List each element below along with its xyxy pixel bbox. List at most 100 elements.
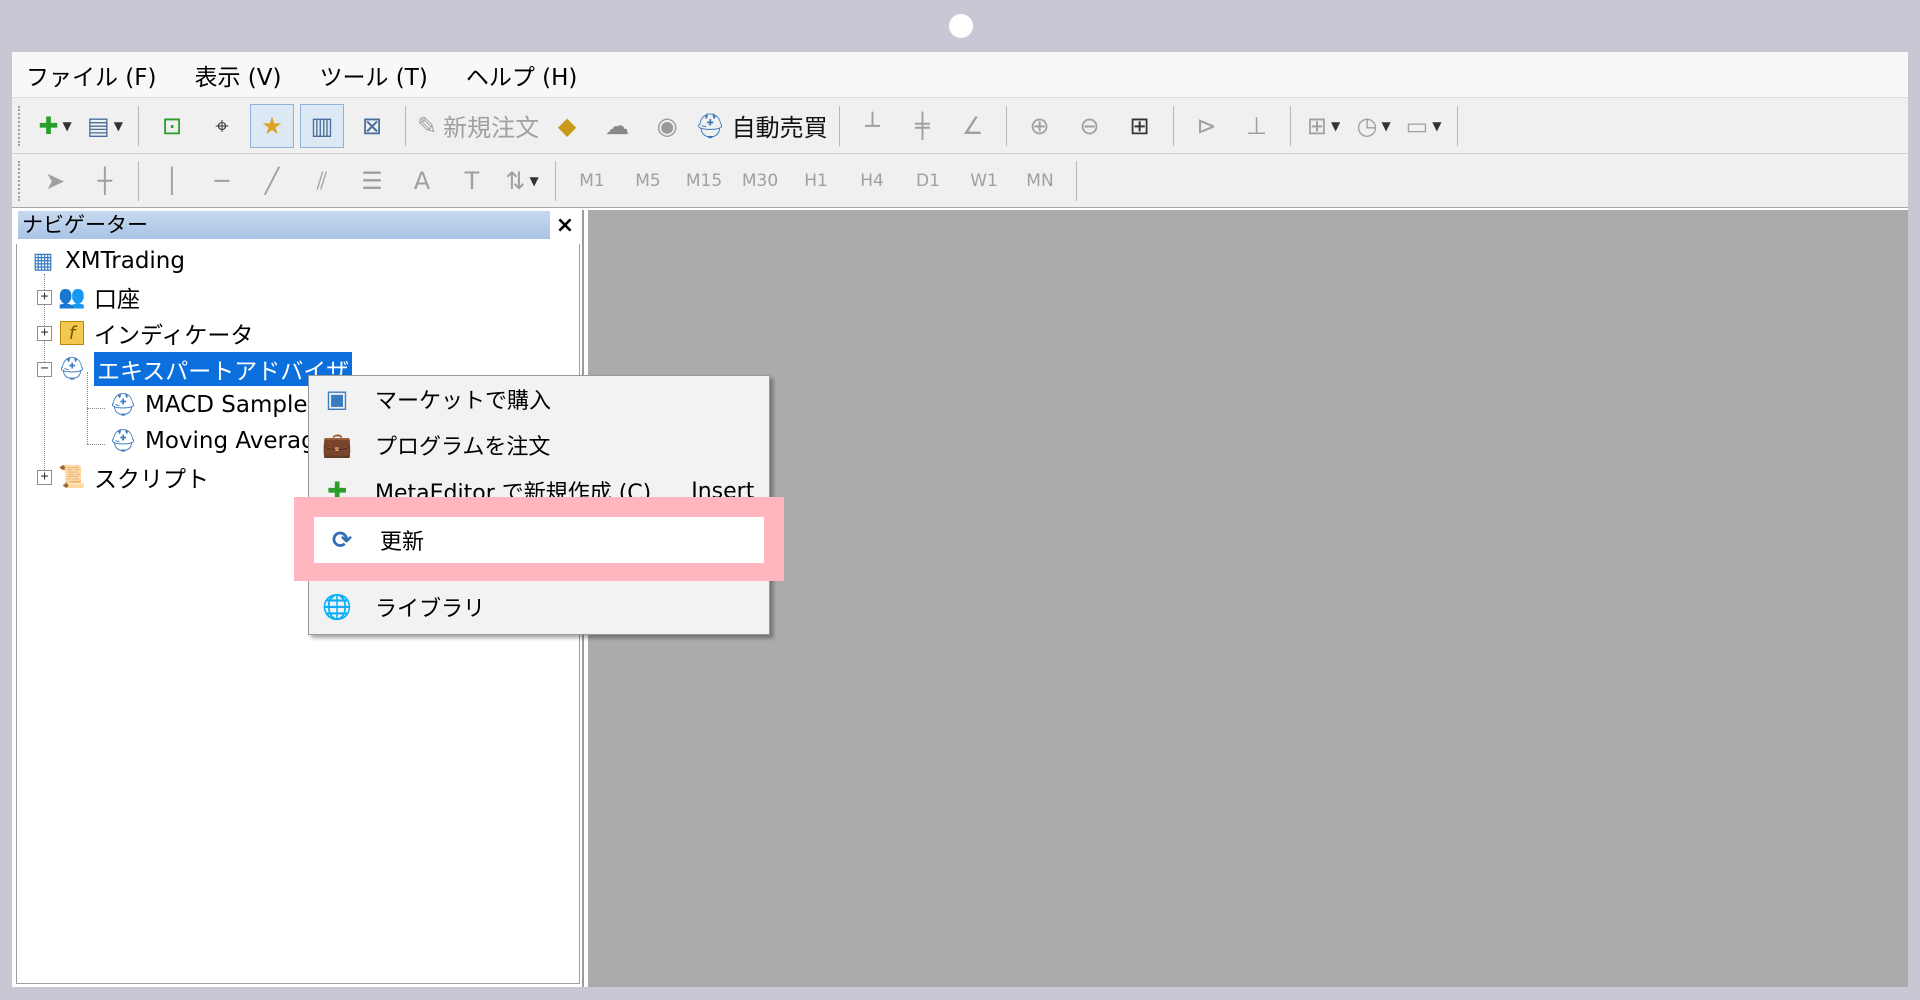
menu-tools[interactable]: ツール (T)	[320, 58, 428, 92]
bar-chart-icon: ┴	[865, 111, 880, 140]
menu-view[interactable]: 表示 (V)	[195, 58, 282, 92]
tree-item-indicators[interactable]: + f インディケータ	[37, 316, 253, 350]
chart-area[interactable]	[588, 210, 1908, 987]
tree-item-scripts[interactable]: + 📜 スクリプト	[37, 460, 209, 494]
signals-icon: ☁	[605, 111, 630, 140]
navigator-button[interactable]: ★	[250, 103, 294, 148]
collapse-minus-icon[interactable]: −	[37, 361, 52, 377]
tree-item-accounts[interactable]: + 👥 口座	[37, 280, 140, 314]
camera-dot	[949, 14, 973, 38]
chevron-down-icon: ▼	[1432, 118, 1442, 133]
timeframe-m15[interactable]: M15	[676, 171, 732, 191]
tree-item-label: インディケータ	[94, 323, 254, 349]
tree-item-moving-average[interactable]: ⛑ Moving Average	[107, 424, 330, 458]
timeframe-h1[interactable]: H1	[788, 171, 844, 191]
data-window-button[interactable]: ⌖	[200, 104, 244, 148]
briefcase-icon: 💼	[322, 431, 352, 459]
tile-windows-button[interactable]: ⊞	[1118, 104, 1162, 148]
line-chart-button[interactable]: ∠	[951, 104, 995, 148]
timeframe-m1[interactable]: M1	[564, 171, 620, 191]
channel-icon: ⫽	[316, 166, 328, 195]
text-button[interactable]: A	[400, 159, 444, 203]
chart-shift-button[interactable]: ⊳	[1185, 104, 1229, 148]
strategy-tester-button[interactable]: ⊠	[350, 104, 394, 148]
expand-plus-icon[interactable]: +	[37, 325, 52, 341]
text-label-icon: T	[464, 166, 480, 195]
expert-hat-icon: ⛑	[109, 392, 137, 418]
candlestick-button[interactable]: ╪	[901, 104, 945, 148]
zoom-in-button[interactable]: ⊕	[1018, 104, 1062, 148]
tree-connector	[87, 408, 105, 409]
market-watch-icon: ⊡	[161, 111, 183, 140]
timeframe-w1[interactable]: W1	[956, 171, 1012, 191]
templates-button[interactable]: ▭ ▼	[1402, 104, 1446, 148]
refresh-icon: ⟳	[331, 526, 353, 554]
signals-button[interactable]: ☁	[595, 104, 639, 148]
broadcast-icon: ◉	[656, 111, 678, 140]
menu-item-buy-market[interactable]: ▣ マーケットで購入	[309, 376, 769, 422]
arrows-icon: ⇅	[505, 166, 526, 195]
expand-plus-icon[interactable]: +	[37, 469, 52, 485]
menu-item-order-program[interactable]: 💼 プログラムを注文	[309, 422, 769, 468]
timeframe-d1[interactable]: D1	[900, 171, 956, 191]
crosshair-button[interactable]: ┼	[83, 159, 127, 203]
tree-item-expert-advisors[interactable]: − ⛑ エキスパートアドバイザ	[37, 352, 353, 386]
market-watch-button[interactable]: ⊡	[150, 104, 194, 148]
broadcast-button[interactable]: ◉	[645, 104, 689, 148]
vertical-line-button[interactable]: │	[150, 159, 194, 203]
fibonacci-icon: ☰	[361, 166, 383, 195]
fibonacci-button[interactable]: ☰	[350, 159, 394, 203]
tree-item-macd-sample[interactable]: ⛑ MACD Sample	[107, 388, 308, 422]
accounts-people-icon: 👥	[58, 284, 86, 310]
menu-item-library[interactable]: 🌐 ライブラリ	[309, 584, 769, 630]
periods-button[interactable]: ◷ ▼	[1352, 104, 1396, 148]
equidistant-channel-button[interactable]: ⫽	[300, 159, 344, 203]
menu-file[interactable]: ファイル (F)	[26, 58, 157, 92]
toolbar-separator	[838, 105, 840, 146]
app-window: ファイル (F) 表示 (V) ツール (T) ヘルプ (H) ✚ ▼ ▤ ▼ ⊡ …	[12, 52, 1908, 987]
toolbar-separator	[1005, 105, 1007, 146]
arrows-button[interactable]: ⇅ ▼	[500, 159, 544, 203]
autoscroll-icon: ⊥	[1246, 111, 1268, 140]
expand-plus-icon[interactable]: +	[37, 289, 52, 305]
timeframe-m30[interactable]: M30	[732, 171, 788, 191]
trendline-button[interactable]: ╱	[250, 159, 294, 203]
indicators-button[interactable]: ⊞ ▼	[1302, 104, 1346, 148]
tree-root[interactable]: ▦ XMTrading	[27, 244, 185, 278]
tree-item-label: MACD Sample	[145, 392, 308, 418]
new-order-label: 新規注文	[443, 114, 540, 142]
text-label-button[interactable]: T	[450, 159, 494, 203]
chevron-down-icon: ▼	[1381, 118, 1391, 133]
cursor-button[interactable]: ➤	[33, 159, 77, 203]
zoom-in-icon: ⊕	[1029, 111, 1050, 140]
horizontal-line-button[interactable]: ─	[200, 159, 244, 203]
expert-hat-icon: ⛑	[58, 356, 86, 382]
new-chart-button[interactable]: ✚ ▼	[33, 104, 77, 148]
timeframe-mn[interactable]: MN	[1012, 171, 1068, 191]
vertical-line-icon: │	[164, 166, 180, 195]
tree-item-label: Moving Average	[145, 428, 330, 454]
metaeditor-button[interactable]: ◆	[545, 104, 589, 148]
tree-root-label: XMTrading	[65, 248, 185, 274]
clock-icon: ◷	[1356, 111, 1378, 140]
close-icon[interactable]: ×	[550, 213, 580, 238]
menu-bar: ファイル (F) 表示 (V) ツール (T) ヘルプ (H)	[12, 52, 1908, 98]
zoom-out-button[interactable]: ⊖	[1068, 104, 1112, 148]
menu-item-refresh[interactable]: ⟳ 更新	[314, 517, 764, 563]
toolbar-grip[interactable]	[18, 160, 22, 201]
bar-chart-button[interactable]: ┴	[851, 104, 895, 148]
autoscroll-button[interactable]: ⊥	[1235, 104, 1279, 148]
new-order-button[interactable]: ✎ 新規注文	[417, 104, 539, 148]
indicator-function-icon: f	[56, 318, 88, 348]
toolbar-grip[interactable]	[18, 105, 22, 146]
timeframe-h4[interactable]: H4	[844, 171, 900, 191]
profiles-button[interactable]: ▤ ▼	[83, 104, 127, 148]
tester-magnifier-icon: ⊠	[361, 111, 383, 140]
candlestick-icon: ╪	[915, 111, 930, 140]
profiles-icon: ▤	[87, 111, 110, 140]
menu-help[interactable]: ヘルプ (H)	[466, 58, 578, 92]
terminal-button[interactable]: ▥	[300, 103, 344, 148]
auto-trading-button[interactable]: ⛑ 自動売買	[695, 104, 827, 148]
timeframe-m5[interactable]: M5	[620, 171, 676, 191]
chart-shift-icon: ⊳	[1196, 111, 1217, 140]
